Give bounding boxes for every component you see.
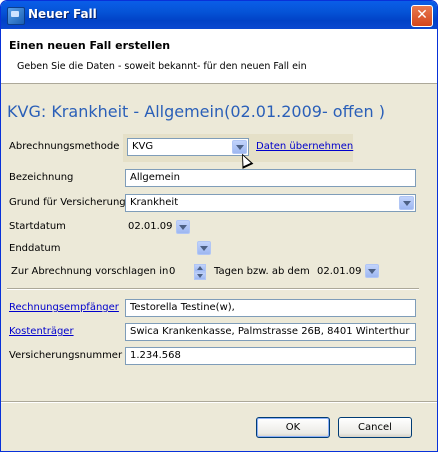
payer-link[interactable]: Kostenträger xyxy=(9,326,74,337)
reason-label: Grund für Versicherung xyxy=(9,197,126,208)
designation-field[interactable]: Allgemein xyxy=(125,169,416,187)
case-heading: KVG: Krankheit - Allgemein(02.01.2009- o… xyxy=(7,102,385,121)
window-title: Neuer Fall xyxy=(28,7,97,21)
suggest-days-label: Tagen bzw. ab dem xyxy=(214,266,310,277)
reason-select[interactable]: Krankheit xyxy=(125,194,416,212)
billing-method-label: Abrechnungsmethode xyxy=(9,141,120,152)
separator xyxy=(7,288,419,290)
days-spinner[interactable] xyxy=(194,264,206,280)
recipient-link[interactable]: Rechnungsempfänger xyxy=(9,302,119,313)
suggest-label: Zur Abrechnung vorschlagen in xyxy=(11,266,169,277)
chevron-down-icon[interactable] xyxy=(399,196,414,210)
reason-value: Krankheit xyxy=(130,197,179,208)
spin-down-icon[interactable] xyxy=(194,272,206,280)
chevron-down-icon[interactable] xyxy=(176,220,190,234)
insurance-number-field[interactable]: 1.234.568 xyxy=(125,347,416,365)
recipient-field[interactable]: Testorella Testine(w), xyxy=(125,299,416,317)
dialog-window: Neuer Fall ✕ Einen neuen Fall erstellen … xyxy=(0,0,438,452)
ok-button[interactable]: OK xyxy=(256,417,330,438)
footer-separator xyxy=(1,401,437,403)
suggest-date-value[interactable]: 02.01.09 xyxy=(317,266,362,277)
suggest-days-field[interactable]: 0 xyxy=(169,266,175,277)
close-button[interactable]: ✕ xyxy=(411,5,433,27)
chevron-down-icon[interactable] xyxy=(197,241,211,255)
title-bar[interactable]: Neuer Fall ✕ xyxy=(1,1,437,29)
insurance-number-label: Versicherungsnummer xyxy=(9,350,123,361)
cancel-button[interactable]: Cancel xyxy=(338,417,412,438)
billing-method-value: KVG xyxy=(132,141,154,152)
dialog-header: Einen neuen Fall erstellen Geben Sie die… xyxy=(1,29,437,84)
app-icon xyxy=(7,7,25,25)
apply-data-link[interactable]: Daten übernehmen xyxy=(256,141,353,152)
designation-label: Bezeichnung xyxy=(9,172,74,183)
payer-field[interactable]: Swica Krankenkasse, Palmstrasse 26B, 840… xyxy=(125,323,416,341)
billing-method-select[interactable]: KVG xyxy=(127,138,249,156)
start-date-value[interactable]: 02.01.09 xyxy=(128,221,173,232)
spin-up-icon[interactable] xyxy=(194,264,206,272)
header-title: Einen neuen Fall erstellen xyxy=(9,39,171,52)
end-date-label: Enddatum xyxy=(9,243,61,254)
header-subtitle: Geben Sie die Daten - soweit bekannt- fü… xyxy=(17,61,307,72)
close-icon: ✕ xyxy=(416,7,428,23)
start-date-label: Startdatum xyxy=(9,221,66,232)
chevron-down-icon[interactable] xyxy=(365,264,379,278)
